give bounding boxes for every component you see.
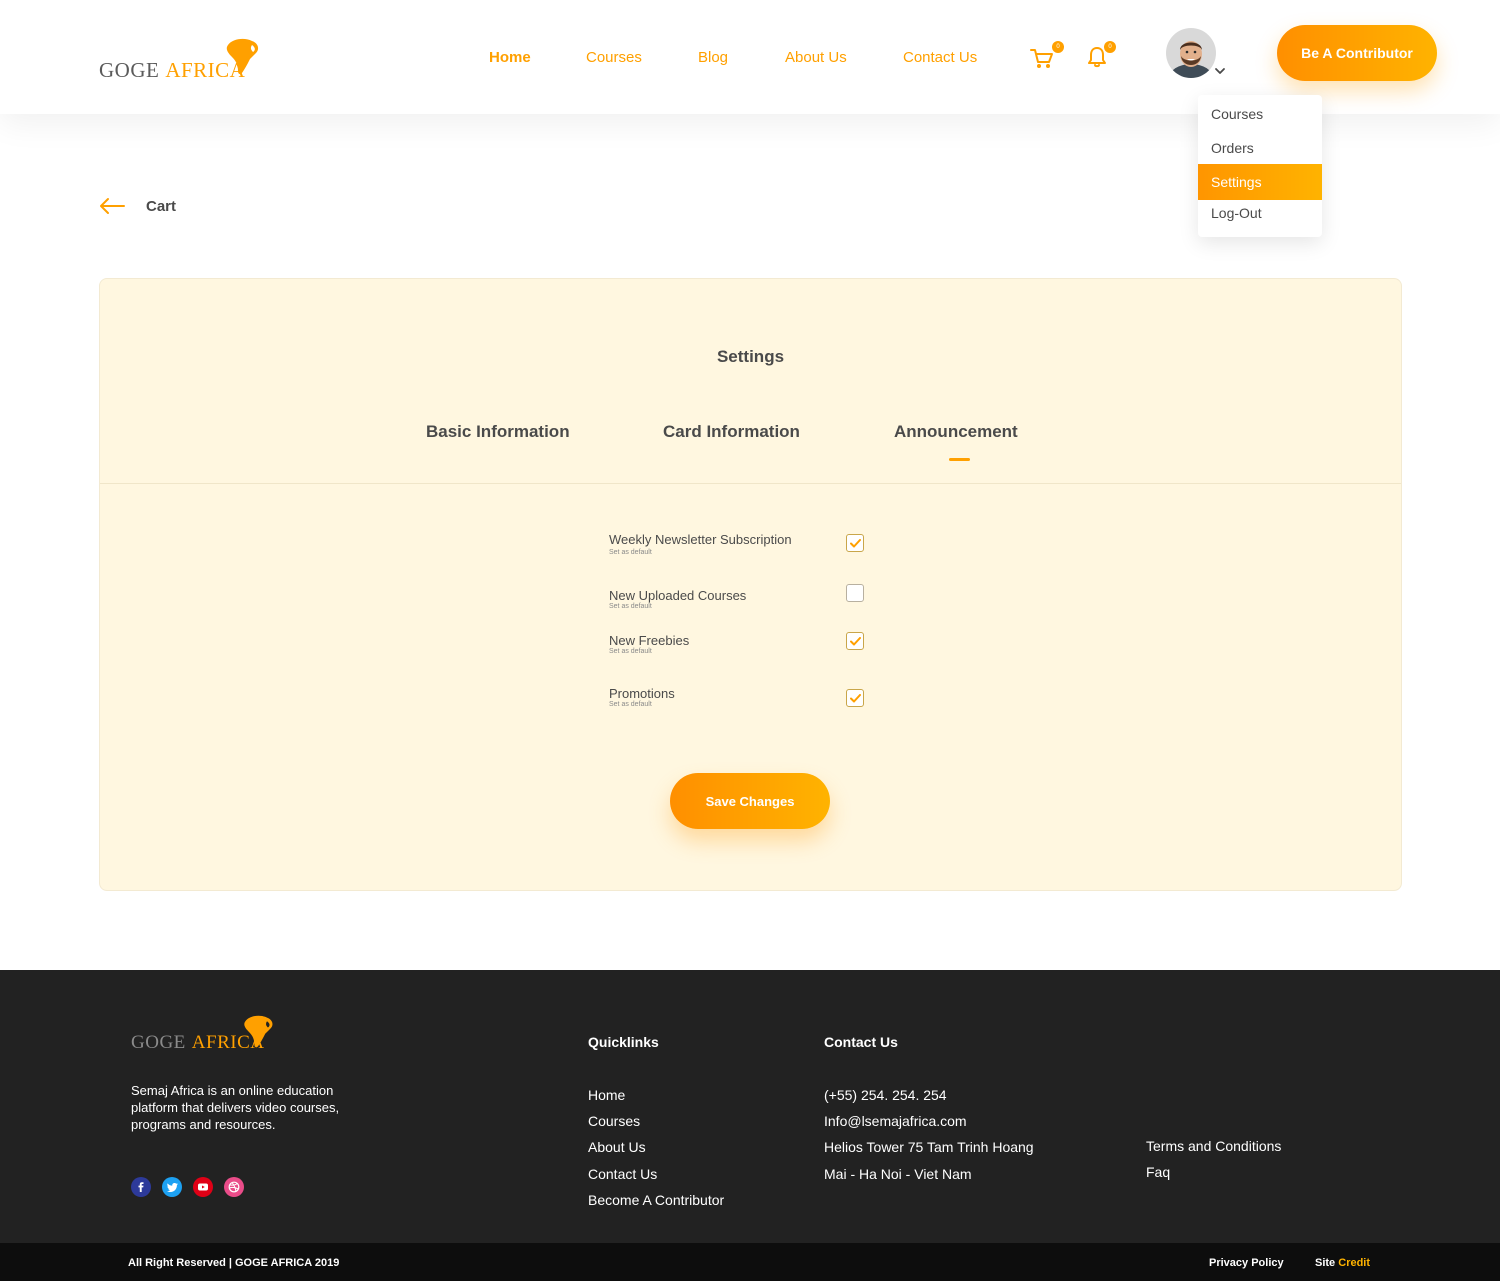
africa-logo-icon	[244, 1015, 273, 1048]
option-sublabel: Set as default	[609, 603, 652, 610]
option-label: New Uploaded Courses	[609, 588, 747, 603]
contact-phone: (+55) 254. 254. 254	[824, 1087, 947, 1103]
nav-blog[interactable]: Blog	[698, 49, 728, 66]
nav-courses[interactable]: Courses	[586, 49, 642, 66]
back-to-cart-link[interactable]: Cart	[98, 196, 176, 216]
user-menu-courses[interactable]: Courses	[1198, 97, 1322, 131]
notifications-button[interactable]: 0	[1088, 41, 1120, 70]
user-menu-logout[interactable]: Log-Out	[1198, 196, 1322, 230]
option-new-freebies: New Freebies Set as default	[609, 633, 869, 655]
footer-link-terms[interactable]: Terms and Conditions	[1146, 1138, 1281, 1154]
quicklinks-heading: Quicklinks	[588, 1034, 659, 1050]
africa-logo-icon	[226, 38, 259, 75]
facebook-icon[interactable]	[131, 1177, 151, 1197]
credit-link[interactable]: Credit	[1338, 1257, 1370, 1269]
cart-button[interactable]: 0	[1030, 41, 1064, 72]
option-promotions: Promotions Set as default	[609, 686, 869, 708]
contact-email: Info@lsemajafrica.com	[824, 1113, 967, 1129]
chevron-down-icon[interactable]	[1214, 66, 1226, 76]
tab-announcement[interactable]: Announcement	[894, 422, 1018, 442]
active-tab-indicator	[949, 458, 970, 461]
arrow-left-icon	[100, 198, 125, 214]
checkbox-promotions[interactable]	[846, 689, 864, 707]
avatar-image	[1166, 28, 1216, 78]
youtube-icon[interactable]	[193, 1177, 213, 1197]
user-menu: Courses Orders Settings Log-Out	[1198, 95, 1322, 237]
nav-about-us[interactable]: About Us	[785, 49, 847, 66]
footer-link-faq[interactable]: Faq	[1146, 1164, 1170, 1180]
check-icon	[849, 636, 861, 645]
footer-link-about-us[interactable]: About Us	[588, 1139, 646, 1155]
footer-link-become-contributor[interactable]: Become A Contributor	[588, 1192, 724, 1208]
footer-link-contact-us[interactable]: Contact Us	[588, 1166, 657, 1182]
settings-card: Settings Basic Information Card Informat…	[99, 278, 1402, 891]
cart-icon	[1030, 49, 1053, 68]
checkbox-new-freebies[interactable]	[846, 632, 864, 650]
page-title: Settings	[716, 347, 785, 366]
logo-word-goge: GOGE	[131, 1032, 186, 1053]
site-credit: Site Credit	[1315, 1257, 1370, 1269]
nav-contact-us[interactable]: Contact Us	[903, 49, 977, 66]
option-label: Promotions	[609, 686, 675, 701]
option-new-uploaded-courses: New Uploaded Courses Set as default	[609, 588, 869, 610]
tab-card-information[interactable]: Card Information	[663, 422, 800, 442]
avatar[interactable]	[1166, 28, 1216, 78]
dribbble-icon[interactable]	[224, 1177, 244, 1197]
save-changes-button[interactable]: Save Changes	[670, 773, 830, 829]
privacy-policy-link[interactable]: Privacy Policy	[1209, 1257, 1284, 1269]
notification-count-badge: 0	[1104, 41, 1116, 53]
twitter-icon[interactable]	[162, 1177, 182, 1197]
footer-link-courses[interactable]: Courses	[588, 1113, 640, 1129]
option-sublabel: Set as default	[609, 701, 652, 708]
site-footer: GOGE AFRICA Semaj Africa is an online ed…	[0, 970, 1500, 1243]
copyright-text: All Right Reserved | GOGE AFRICA 2019	[128, 1257, 340, 1269]
divider	[100, 483, 1401, 484]
footer-description: Semaj Africa is an online education plat…	[131, 1083, 340, 1132]
bottom-bar: All Right Reserved | GOGE AFRICA 2019 Pr…	[0, 1243, 1500, 1281]
cart-count-badge: 0	[1052, 41, 1064, 53]
contact-address-line2: Mai - Ha Noi - Viet Nam	[824, 1166, 972, 1182]
option-weekly-newsletter: Weekly Newsletter Subscription Set as de…	[609, 532, 869, 556]
checkbox-new-uploaded-courses[interactable]	[846, 584, 864, 602]
check-icon	[849, 693, 861, 702]
option-label: New Freebies	[609, 633, 690, 648]
option-sublabel: Set as default	[609, 648, 652, 655]
option-sublabel: Set as default	[609, 549, 652, 556]
contact-address-line1: Helios Tower 75 Tam Trinh Hoang	[824, 1139, 1034, 1155]
site-label: Site	[1315, 1257, 1336, 1269]
logo-word-goge: GOGE	[99, 58, 160, 82]
checkbox-weekly-newsletter[interactable]	[846, 534, 864, 552]
check-icon	[849, 538, 861, 547]
tab-basic-information[interactable]: Basic Information	[426, 422, 570, 442]
be-a-contributor-button[interactable]: Be A Contributor	[1277, 25, 1437, 81]
bell-icon	[1088, 47, 1106, 68]
contact-heading: Contact Us	[824, 1034, 898, 1050]
option-label: Weekly Newsletter Subscription	[609, 532, 792, 547]
user-menu-settings[interactable]: Settings	[1198, 164, 1322, 200]
nav-home[interactable]: Home	[489, 49, 531, 66]
user-menu-orders[interactable]: Orders	[1198, 131, 1322, 165]
footer-link-home[interactable]: Home	[588, 1087, 625, 1103]
back-link-label: Cart	[146, 197, 177, 215]
